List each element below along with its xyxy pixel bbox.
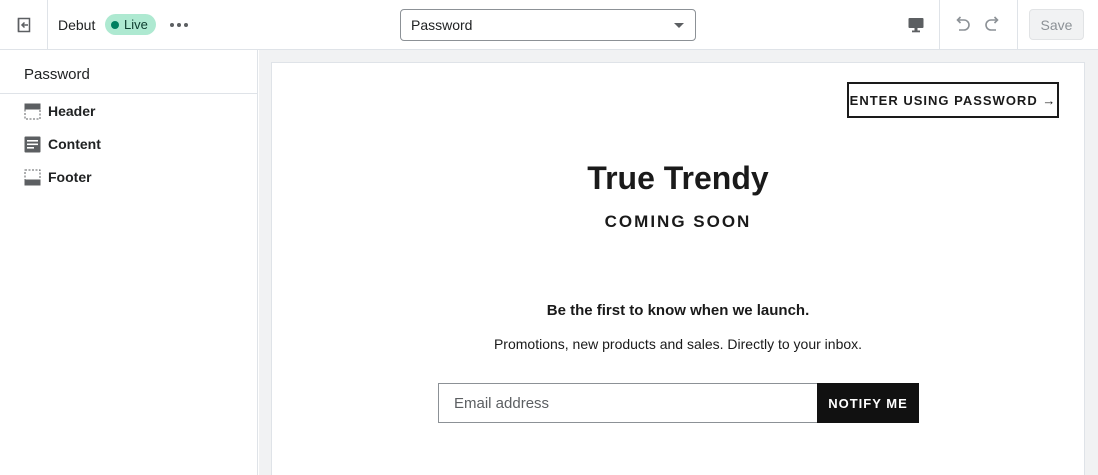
exit-icon — [17, 17, 30, 32]
sidebar-item-label: Content — [48, 136, 101, 152]
storefront-preview: ENTER USING PASSWORD → True Trendy COMIN… — [271, 62, 1085, 475]
shop-title: True Trendy — [587, 160, 769, 196]
content-section-icon — [24, 136, 41, 153]
sections-sidebar: Password Header Content Footer — [0, 50, 258, 475]
footer-section-icon — [24, 169, 41, 186]
dot-icon — [177, 23, 181, 27]
divider — [939, 0, 940, 49]
save-button[interactable]: Save — [1029, 9, 1084, 40]
theme-name: Debut — [58, 17, 96, 33]
desktop-icon — [908, 18, 924, 33]
notify-me-button[interactable]: NOTIFY ME — [817, 383, 919, 423]
newsletter-heading: Be the first to know when we launch. — [546, 302, 810, 319]
live-dot-icon — [111, 20, 119, 29]
sidebar-item-label: Header — [48, 103, 96, 119]
sidebar-item-content[interactable]: Content — [0, 128, 257, 160]
newsletter-text: Promotions, new products and sales. Dire… — [493, 336, 863, 352]
live-status-label: Live — [124, 17, 148, 32]
redo-button[interactable] — [979, 10, 1007, 40]
caret-down-icon — [674, 23, 684, 28]
top-bar: Debut Live Password Save — [0, 0, 1098, 50]
sidebar-item-footer[interactable]: Footer — [0, 161, 257, 193]
more-actions-button[interactable] — [166, 15, 192, 35]
header-section-icon — [24, 103, 41, 120]
sidebar-item-label: Footer — [48, 169, 92, 185]
redo-icon — [985, 16, 999, 31]
page-template-select[interactable]: Password — [400, 9, 696, 41]
sidebar-title: Password — [0, 50, 257, 94]
dot-icon — [170, 23, 174, 27]
sidebar-item-header[interactable]: Header — [0, 95, 257, 127]
dot-icon — [184, 23, 188, 27]
email-input[interactable] — [438, 383, 818, 423]
desktop-preview-button[interactable] — [901, 10, 931, 40]
coming-soon-text: COMING SOON — [604, 212, 752, 231]
page-select-value: Password — [411, 17, 473, 33]
enter-using-password-button[interactable]: ENTER USING PASSWORD → — [847, 82, 1059, 118]
divider — [1017, 0, 1018, 49]
exit-editor-button[interactable] — [0, 0, 48, 49]
undo-button[interactable] — [948, 10, 976, 40]
undo-icon — [956, 16, 970, 31]
live-status-badge: Live — [105, 14, 156, 35]
